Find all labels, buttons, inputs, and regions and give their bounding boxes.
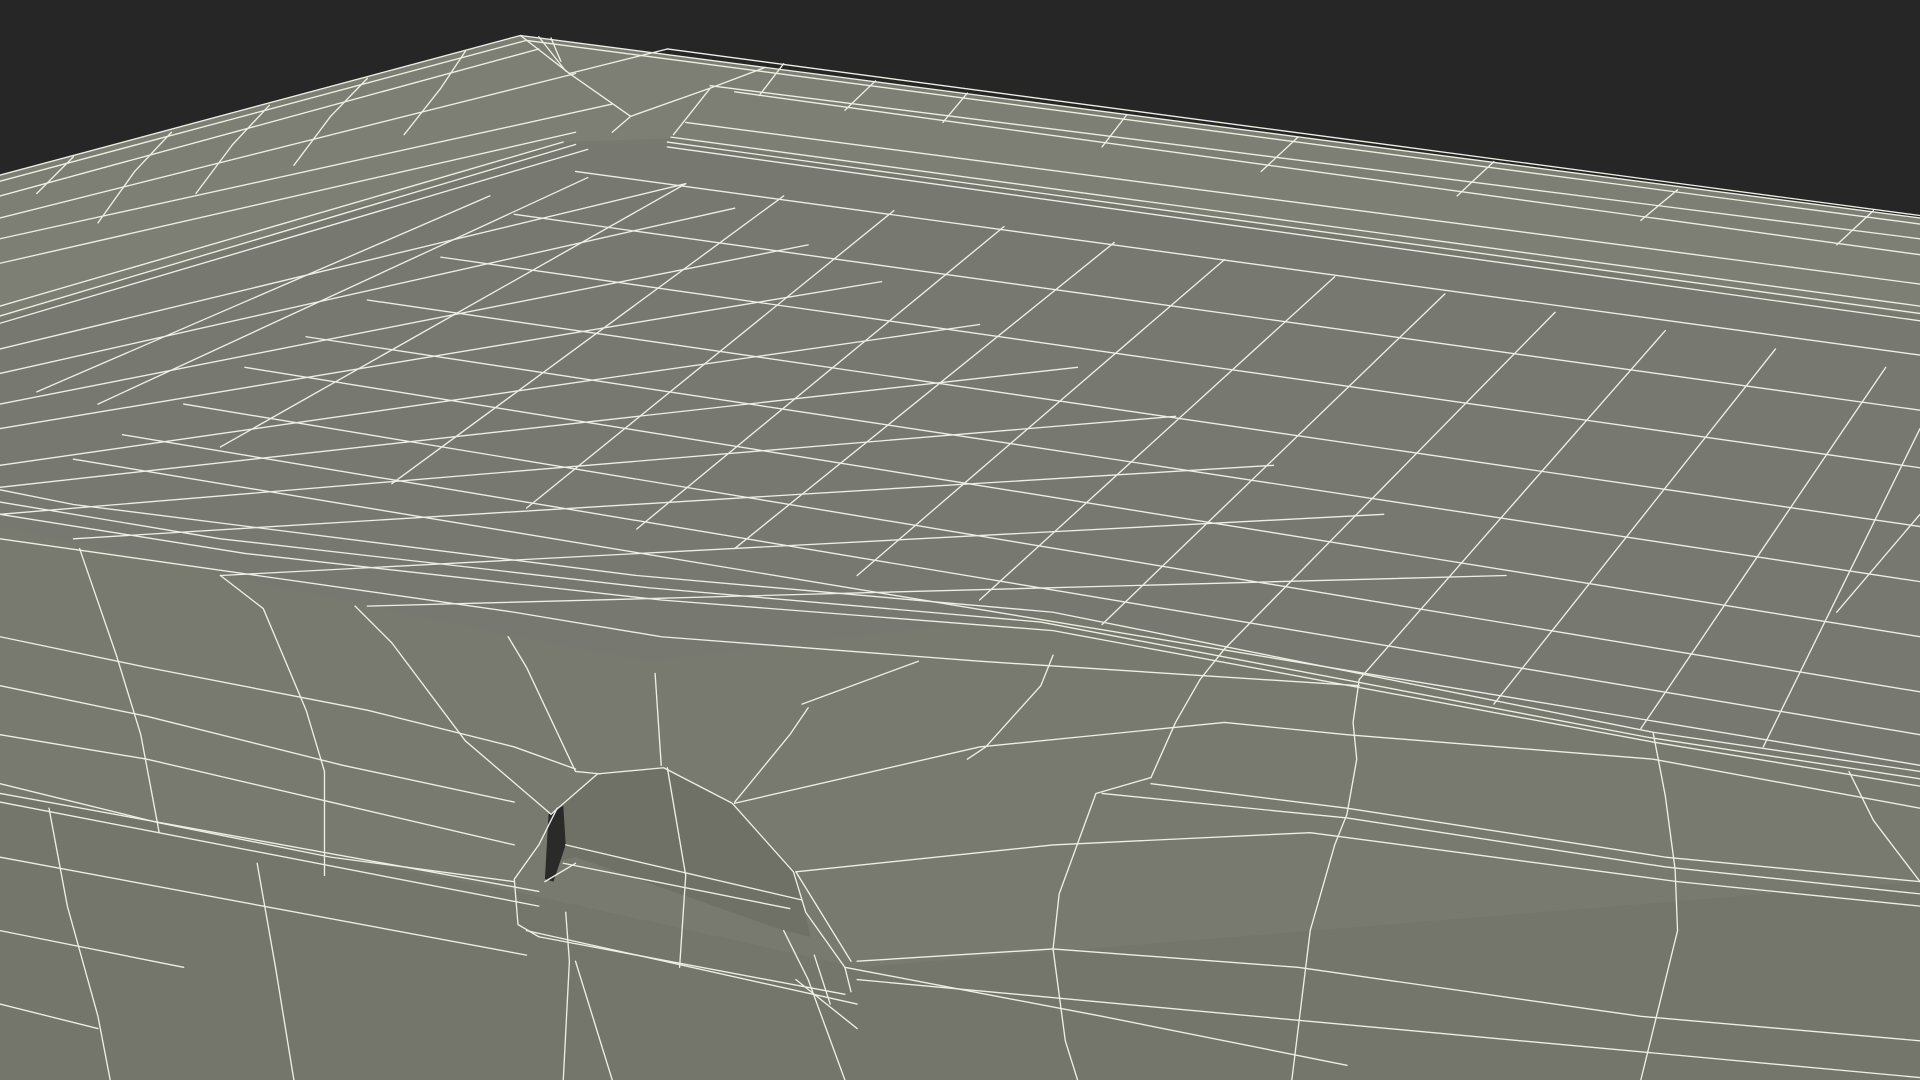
wireframe-render bbox=[0, 0, 1920, 1080]
